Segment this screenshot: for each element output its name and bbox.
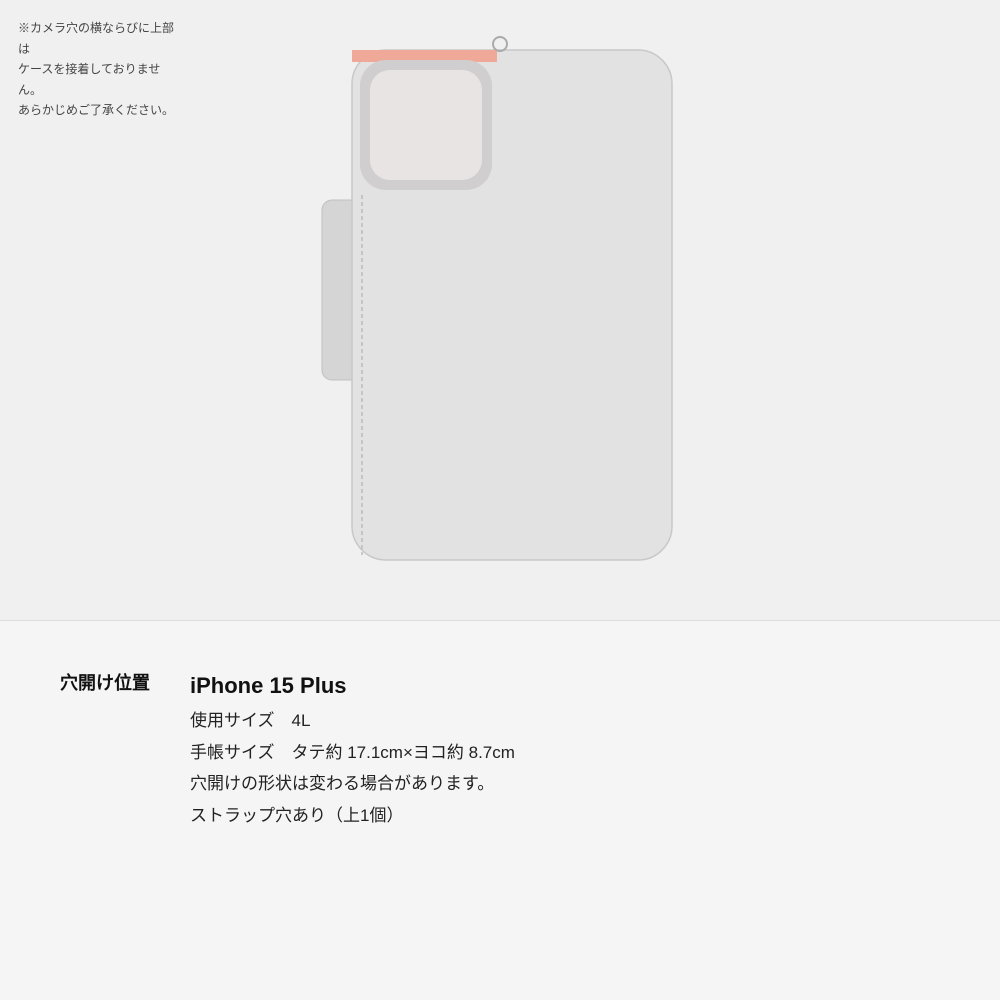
info-row-main: 穴開け位置 iPhone 15 Plus 使用サイズ 4L 手帳サイズ タテ約 …: [60, 661, 940, 836]
size-line: 使用サイズ 4L: [190, 708, 515, 734]
page: ※カメラ穴の横ならびに上部は ケースを接着しておりません。 あらかじめご了承くだ…: [0, 0, 1000, 1000]
case-illustration: ※カメラ穴の横ならびに上部は ケースを接着しておりません。 あらかじめご了承くだ…: [0, 0, 1000, 620]
info-section: 穴開け位置 iPhone 15 Plus 使用サイズ 4L 手帳サイズ タテ約 …: [0, 621, 1000, 876]
dimensions-line: 手帳サイズ タテ約 17.1cm×ヨコ約 8.7cm: [190, 740, 515, 766]
strap-line: ストラップ穴あり（上1個）: [190, 803, 515, 829]
camera-note: ※カメラ穴の横ならびに上部は ケースを接着しておりません。 あらかじめご了承くだ…: [18, 18, 178, 121]
info-content: iPhone 15 Plus 使用サイズ 4L 手帳サイズ タテ約 17.1cm…: [190, 669, 515, 828]
case-diagram-svg: [300, 30, 700, 590]
shape-note-line: 穴開けの形状は変わる場合があります。: [190, 771, 515, 797]
info-label: 穴開け位置: [60, 669, 190, 695]
model-name: iPhone 15 Plus: [190, 669, 515, 702]
